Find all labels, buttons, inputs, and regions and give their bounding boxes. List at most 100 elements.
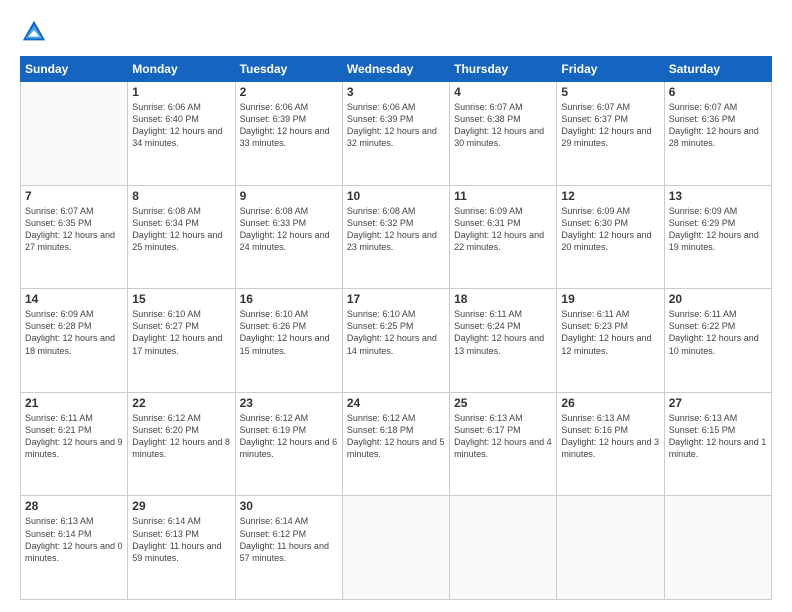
day-info: Sunrise: 6:14 AM Sunset: 6:13 PM Dayligh… xyxy=(132,515,230,564)
day-number: 4 xyxy=(454,85,552,99)
calendar-cell: 30Sunrise: 6:14 AM Sunset: 6:12 PM Dayli… xyxy=(235,496,342,600)
calendar-cell xyxy=(342,496,449,600)
calendar-cell: 2 Sunrise: 6:06 AM Sunset: 6:39 PM Daylig… xyxy=(235,82,342,186)
day-info: Sunrise: 6:07 AM Sunset: 6:37 PM Dayligh… xyxy=(561,101,659,150)
day-number: 25 xyxy=(454,396,552,410)
day-number: 9 xyxy=(240,189,338,203)
day-number: 1 xyxy=(132,85,230,99)
calendar-cell xyxy=(21,82,128,186)
day-number: 6 xyxy=(669,85,767,99)
day-info: Sunrise: 6:11 AM Sunset: 6:23 PM Dayligh… xyxy=(561,308,659,357)
weekday-header-row: SundayMondayTuesdayWednesdayThursdayFrid… xyxy=(21,57,772,82)
day-info: Sunrise: 6:13 AM Sunset: 6:15 PM Dayligh… xyxy=(669,412,767,461)
calendar-cell: 11 Sunrise: 6:09 AM Sunset: 6:31 PM Dayli… xyxy=(450,185,557,289)
day-info: Sunrise: 6:10 AM Sunset: 6:27 PM Dayligh… xyxy=(132,308,230,357)
calendar-cell xyxy=(450,496,557,600)
day-info: Sunrise: 6:13 AM Sunset: 6:17 PM Dayligh… xyxy=(454,412,552,461)
week-row-3: 14 Sunrise: 6:09 AM Sunset: 6:28 PM Dayli… xyxy=(21,289,772,393)
weekday-header-wednesday: Wednesday xyxy=(342,57,449,82)
day-number: 16 xyxy=(240,292,338,306)
day-info: Sunrise: 6:13 AM Sunset: 6:16 PM Dayligh… xyxy=(561,412,659,461)
calendar-cell: 9 Sunrise: 6:08 AM Sunset: 6:33 PM Daylig… xyxy=(235,185,342,289)
day-number: 17 xyxy=(347,292,445,306)
calendar-cell xyxy=(664,496,771,600)
day-info: Sunrise: 6:09 AM Sunset: 6:29 PM Dayligh… xyxy=(669,205,767,254)
day-number: 30 xyxy=(240,499,338,513)
calendar-cell: 4 Sunrise: 6:07 AM Sunset: 6:38 PM Daylig… xyxy=(450,82,557,186)
header xyxy=(20,18,772,46)
calendar-cell: 12 Sunrise: 6:09 AM Sunset: 6:30 PM Dayli… xyxy=(557,185,664,289)
day-number: 14 xyxy=(25,292,123,306)
day-info: Sunrise: 6:09 AM Sunset: 6:28 PM Dayligh… xyxy=(25,308,123,357)
calendar-cell: 7 Sunrise: 6:07 AM Sunset: 6:35 PM Daylig… xyxy=(21,185,128,289)
day-number: 19 xyxy=(561,292,659,306)
day-info: Sunrise: 6:06 AM Sunset: 6:39 PM Dayligh… xyxy=(347,101,445,150)
calendar-cell: 24Sunrise: 6:12 AM Sunset: 6:18 PM Dayli… xyxy=(342,392,449,496)
week-row-5: 28 Sunrise: 6:13 AM Sunset: 6:14 PM Dayli… xyxy=(21,496,772,600)
day-number: 22 xyxy=(132,396,230,410)
day-number: 20 xyxy=(669,292,767,306)
weekday-header-sunday: Sunday xyxy=(21,57,128,82)
day-number: 28 xyxy=(25,499,123,513)
day-number: 23 xyxy=(240,396,338,410)
day-info: Sunrise: 6:08 AM Sunset: 6:33 PM Dayligh… xyxy=(240,205,338,254)
day-info: Sunrise: 6:10 AM Sunset: 6:26 PM Dayligh… xyxy=(240,308,338,357)
day-info: Sunrise: 6:07 AM Sunset: 6:35 PM Dayligh… xyxy=(25,205,123,254)
calendar-cell: 10 Sunrise: 6:08 AM Sunset: 6:32 PM Dayli… xyxy=(342,185,449,289)
day-info: Sunrise: 6:11 AM Sunset: 6:21 PM Dayligh… xyxy=(25,412,123,461)
calendar-cell: 25 Sunrise: 6:13 AM Sunset: 6:17 PM Dayli… xyxy=(450,392,557,496)
calendar-cell: 26 Sunrise: 6:13 AM Sunset: 6:16 PM Dayli… xyxy=(557,392,664,496)
weekday-header-thursday: Thursday xyxy=(450,57,557,82)
calendar-table: SundayMondayTuesdayWednesdayThursdayFrid… xyxy=(20,56,772,600)
day-number: 5 xyxy=(561,85,659,99)
day-number: 29 xyxy=(132,499,230,513)
day-info: Sunrise: 6:09 AM Sunset: 6:31 PM Dayligh… xyxy=(454,205,552,254)
day-info: Sunrise: 6:11 AM Sunset: 6:24 PM Dayligh… xyxy=(454,308,552,357)
week-row-4: 21 Sunrise: 6:11 AM Sunset: 6:21 PM Dayli… xyxy=(21,392,772,496)
day-number: 18 xyxy=(454,292,552,306)
day-number: 7 xyxy=(25,189,123,203)
calendar-cell: 29 Sunrise: 6:14 AM Sunset: 6:13 PM Dayli… xyxy=(128,496,235,600)
day-info: Sunrise: 6:06 AM Sunset: 6:40 PM Dayligh… xyxy=(132,101,230,150)
calendar-cell: 1 Sunrise: 6:06 AM Sunset: 6:40 PM Daylig… xyxy=(128,82,235,186)
calendar-cell: 27Sunrise: 6:13 AM Sunset: 6:15 PM Dayli… xyxy=(664,392,771,496)
day-number: 12 xyxy=(561,189,659,203)
weekday-header-friday: Friday xyxy=(557,57,664,82)
day-info: Sunrise: 6:12 AM Sunset: 6:18 PM Dayligh… xyxy=(347,412,445,461)
calendar-cell: 13Sunrise: 6:09 AM Sunset: 6:29 PM Dayli… xyxy=(664,185,771,289)
week-row-1: 1 Sunrise: 6:06 AM Sunset: 6:40 PM Daylig… xyxy=(21,82,772,186)
calendar-cell: 6 Sunrise: 6:07 AM Sunset: 6:36 PM Daylig… xyxy=(664,82,771,186)
calendar-cell: 19 Sunrise: 6:11 AM Sunset: 6:23 PM Dayli… xyxy=(557,289,664,393)
day-info: Sunrise: 6:06 AM Sunset: 6:39 PM Dayligh… xyxy=(240,101,338,150)
calendar-cell: 3Sunrise: 6:06 AM Sunset: 6:39 PM Daylig… xyxy=(342,82,449,186)
calendar-cell: 21 Sunrise: 6:11 AM Sunset: 6:21 PM Dayli… xyxy=(21,392,128,496)
day-number: 2 xyxy=(240,85,338,99)
logo xyxy=(20,18,52,46)
calendar-cell: 8 Sunrise: 6:08 AM Sunset: 6:34 PM Daylig… xyxy=(128,185,235,289)
day-info: Sunrise: 6:07 AM Sunset: 6:36 PM Dayligh… xyxy=(669,101,767,150)
day-number: 10 xyxy=(347,189,445,203)
day-info: Sunrise: 6:09 AM Sunset: 6:30 PM Dayligh… xyxy=(561,205,659,254)
day-number: 26 xyxy=(561,396,659,410)
day-info: Sunrise: 6:08 AM Sunset: 6:34 PM Dayligh… xyxy=(132,205,230,254)
day-info: Sunrise: 6:12 AM Sunset: 6:19 PM Dayligh… xyxy=(240,412,338,461)
day-number: 21 xyxy=(25,396,123,410)
weekday-header-monday: Monday xyxy=(128,57,235,82)
calendar-cell: 22Sunrise: 6:12 AM Sunset: 6:20 PM Dayli… xyxy=(128,392,235,496)
day-info: Sunrise: 6:13 AM Sunset: 6:14 PM Dayligh… xyxy=(25,515,123,564)
week-row-2: 7 Sunrise: 6:07 AM Sunset: 6:35 PM Daylig… xyxy=(21,185,772,289)
day-info: Sunrise: 6:11 AM Sunset: 6:22 PM Dayligh… xyxy=(669,308,767,357)
day-info: Sunrise: 6:08 AM Sunset: 6:32 PM Dayligh… xyxy=(347,205,445,254)
calendar-cell: 28 Sunrise: 6:13 AM Sunset: 6:14 PM Dayli… xyxy=(21,496,128,600)
day-number: 15 xyxy=(132,292,230,306)
calendar-cell: 15 Sunrise: 6:10 AM Sunset: 6:27 PM Dayli… xyxy=(128,289,235,393)
day-info: Sunrise: 6:10 AM Sunset: 6:25 PM Dayligh… xyxy=(347,308,445,357)
weekday-header-saturday: Saturday xyxy=(664,57,771,82)
day-number: 8 xyxy=(132,189,230,203)
calendar-cell: 18 Sunrise: 6:11 AM Sunset: 6:24 PM Dayli… xyxy=(450,289,557,393)
calendar-cell xyxy=(557,496,664,600)
calendar-cell: 20 Sunrise: 6:11 AM Sunset: 6:22 PM Dayli… xyxy=(664,289,771,393)
calendar-cell: 5 Sunrise: 6:07 AM Sunset: 6:37 PM Daylig… xyxy=(557,82,664,186)
day-number: 11 xyxy=(454,189,552,203)
day-info: Sunrise: 6:07 AM Sunset: 6:38 PM Dayligh… xyxy=(454,101,552,150)
